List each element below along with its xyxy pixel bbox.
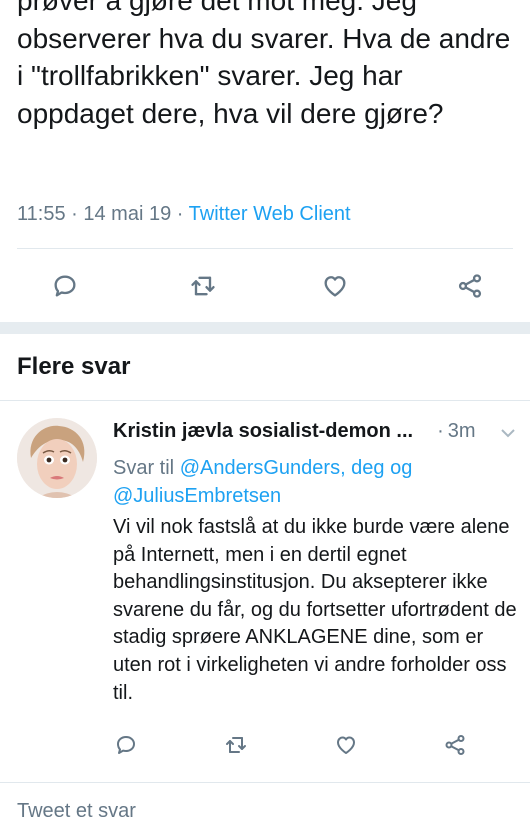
tweet-text-line-cut: prøver å gjøre det mot meg. Jeg [17,0,417,16]
avatar-portrait-image [17,418,97,498]
heart-icon [324,276,346,297]
divider [0,782,530,783]
like-button[interactable] [326,725,366,765]
divider [0,400,530,401]
reply-to-line: Svar til @AndersGunders, deg og @JuliusE… [113,455,513,510]
retweet-button[interactable] [216,725,256,765]
reply-text: Vi vil nok fastslå at du ikke burde være… [113,516,517,704]
reply-menu-button[interactable] [499,424,517,448]
retweet-button[interactable] [183,266,223,306]
meta-separator: · [176,203,184,225]
reply-button[interactable] [45,266,85,306]
avatar[interactable] [17,418,97,498]
share-button[interactable] [450,266,490,306]
tweet-text-body: observerer hva du svarer. Hva de andre i… [17,22,511,129]
tweet-meta: 11:55 · 14 mai 19 · Twitter Web Client [17,203,351,226]
tweet-date: 14 mai 19 [83,203,172,225]
mention-link[interactable]: @AndersGunders, deg og [180,457,413,479]
reply-header: Kristin jævla sosialist-demon ... · 3m [113,420,523,443]
reply-button[interactable] [106,725,146,765]
meta-separator: · [437,420,444,442]
like-button[interactable] [315,266,355,306]
compose-reply-input[interactable]: Tweet et svar [17,800,136,820]
divider [17,248,513,249]
reply-to-prefix: Svar til [113,457,175,479]
retweet-icon [226,737,246,753]
meta-separator: · [71,203,78,225]
tweet-text: prøver å gjøre det mot meg. Jeg observer… [17,0,517,132]
heart-icon [337,736,355,754]
retweet-icon [191,276,215,296]
share-icon [458,274,482,298]
reply-icon [117,736,135,754]
reply-author-name[interactable]: Kristin jævla sosialist-demon ... [113,420,413,443]
reply-time[interactable]: 3m [448,420,476,443]
share-icon [445,735,465,755]
section-separator [0,322,530,334]
reply-icon [54,275,76,297]
section-title: Flere svar [17,353,131,380]
share-button[interactable] [435,725,475,765]
chevron-down-icon [501,429,515,438]
mention-link[interactable]: @JuliusEmbretsen [113,485,281,507]
tweet-client-link[interactable]: Twitter Web Client [189,203,351,225]
tweet-time: 11:55 [17,203,66,225]
